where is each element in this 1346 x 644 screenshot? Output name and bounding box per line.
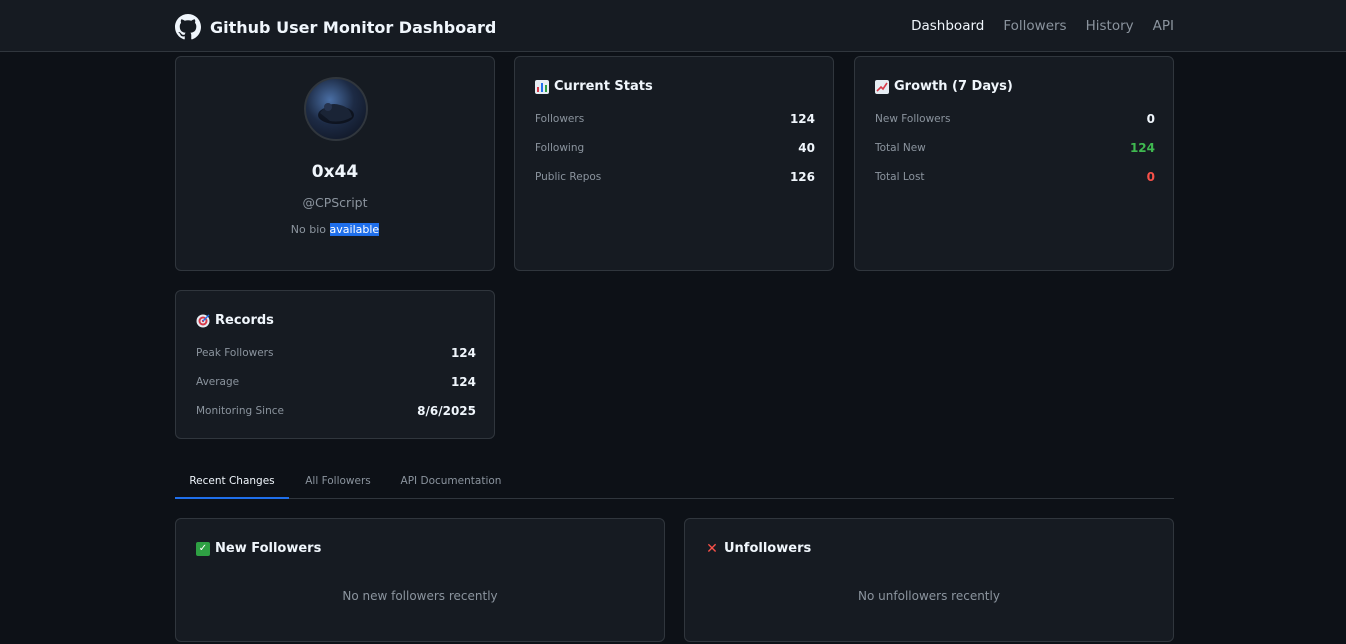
top-navbar: Github User Monitor Dashboard Dashboard … [0, 0, 1346, 52]
stat-value: 124 [789, 112, 815, 126]
stat-row-new-followers: New Followers 0 [875, 111, 1155, 127]
stat-value-negative: 0 [1146, 170, 1155, 184]
stat-row-peak-followers: Peak Followers 124 [196, 345, 476, 361]
growth-card: Growth (7 Days) New Followers 0 Total Ne… [854, 56, 1174, 271]
stat-label: Public Repos [535, 171, 602, 183]
tab-api-documentation[interactable]: API Documentation [397, 464, 505, 498]
nav-api[interactable]: API [1153, 18, 1174, 34]
stat-value: 40 [798, 141, 815, 155]
trending-up-icon [875, 79, 889, 94]
brand[interactable]: Github User Monitor Dashboard [175, 13, 496, 41]
stat-row-average: Average 124 [196, 374, 476, 390]
stat-row-total-lost: Total Lost 0 [875, 169, 1155, 185]
stat-label: Total New [875, 142, 926, 154]
bar-chart-icon [535, 79, 549, 94]
stat-row-following: Following 40 [535, 140, 815, 156]
profile-name: 0x44 [311, 162, 359, 182]
unfollowers-label: Unfollowers [724, 541, 812, 556]
nav-dashboard[interactable]: Dashboard [911, 18, 984, 34]
new-followers-card: ✓ New Followers No new followers recentl… [175, 518, 665, 642]
stat-row-public-repos: Public Repos 126 [535, 169, 815, 185]
stat-label: Average [196, 376, 240, 388]
growth-label: Growth (7 Days) [894, 79, 1013, 94]
cross-mark-icon: ✕ [706, 540, 718, 557]
stat-label: New Followers [875, 113, 951, 125]
avatar-image [318, 103, 354, 124]
unfollowers-empty-message: No unfollowers recently [858, 589, 1000, 603]
bio-text: No bio [290, 223, 327, 236]
profile-bio: No bio available [176, 223, 494, 236]
stat-label: Following [535, 142, 585, 154]
new-followers-title: ✓ New Followers [196, 541, 321, 556]
stat-label: Monitoring Since [196, 405, 284, 417]
tab-recent-changes[interactable]: Recent Changes [175, 464, 289, 499]
bio-selected-text: available [329, 223, 380, 236]
stat-value: 124 [450, 375, 476, 389]
current-stats-card: Current Stats Followers 124 Following 40… [514, 56, 834, 271]
stat-value: 126 [789, 170, 815, 184]
new-followers-label: New Followers [215, 541, 322, 556]
stat-value: 0 [1146, 112, 1155, 126]
check-mark-icon: ✓ [196, 541, 210, 556]
nav-followers[interactable]: Followers [1003, 18, 1066, 34]
stat-label: Followers [535, 113, 585, 125]
nav-history[interactable]: History [1086, 18, 1134, 34]
tab-all-followers[interactable]: All Followers [297, 464, 379, 498]
target-icon [196, 314, 210, 328]
current-stats-label: Current Stats [554, 79, 653, 94]
records-label: Records [215, 313, 274, 328]
stat-label: Total Lost [875, 171, 925, 183]
new-followers-empty-message: No new followers recently [342, 589, 498, 603]
github-octocat-icon [175, 14, 201, 40]
stat-row-monitoring-since: Monitoring Since 8/6/2025 [196, 403, 476, 419]
avatar [304, 77, 368, 141]
stat-label: Peak Followers [196, 347, 274, 359]
profile-handle: @CPScript [302, 195, 368, 210]
stat-row-followers: Followers 124 [535, 111, 815, 127]
stat-value: 124 [450, 346, 476, 360]
tab-bar: Recent Changes All Followers API Documen… [175, 464, 1174, 499]
records-title: Records [196, 313, 274, 328]
app-title: Github User Monitor Dashboard [210, 17, 497, 37]
stat-row-total-new: Total New 124 [875, 140, 1155, 156]
stat-value-positive: 124 [1129, 141, 1155, 155]
unfollowers-card: ✕ Unfollowers No unfollowers recently [684, 518, 1174, 642]
growth-title: Growth (7 Days) [875, 79, 1013, 94]
profile-card: 0x44 @CPScript No bio available [175, 56, 495, 271]
nav-links: Dashboard Followers History API [911, 18, 1174, 34]
records-card: Records Peak Followers 124 Average 124 M… [175, 290, 495, 439]
unfollowers-title: ✕ Unfollowers [705, 541, 811, 556]
current-stats-title: Current Stats [535, 79, 653, 94]
stat-value: 8/6/2025 [417, 404, 476, 418]
